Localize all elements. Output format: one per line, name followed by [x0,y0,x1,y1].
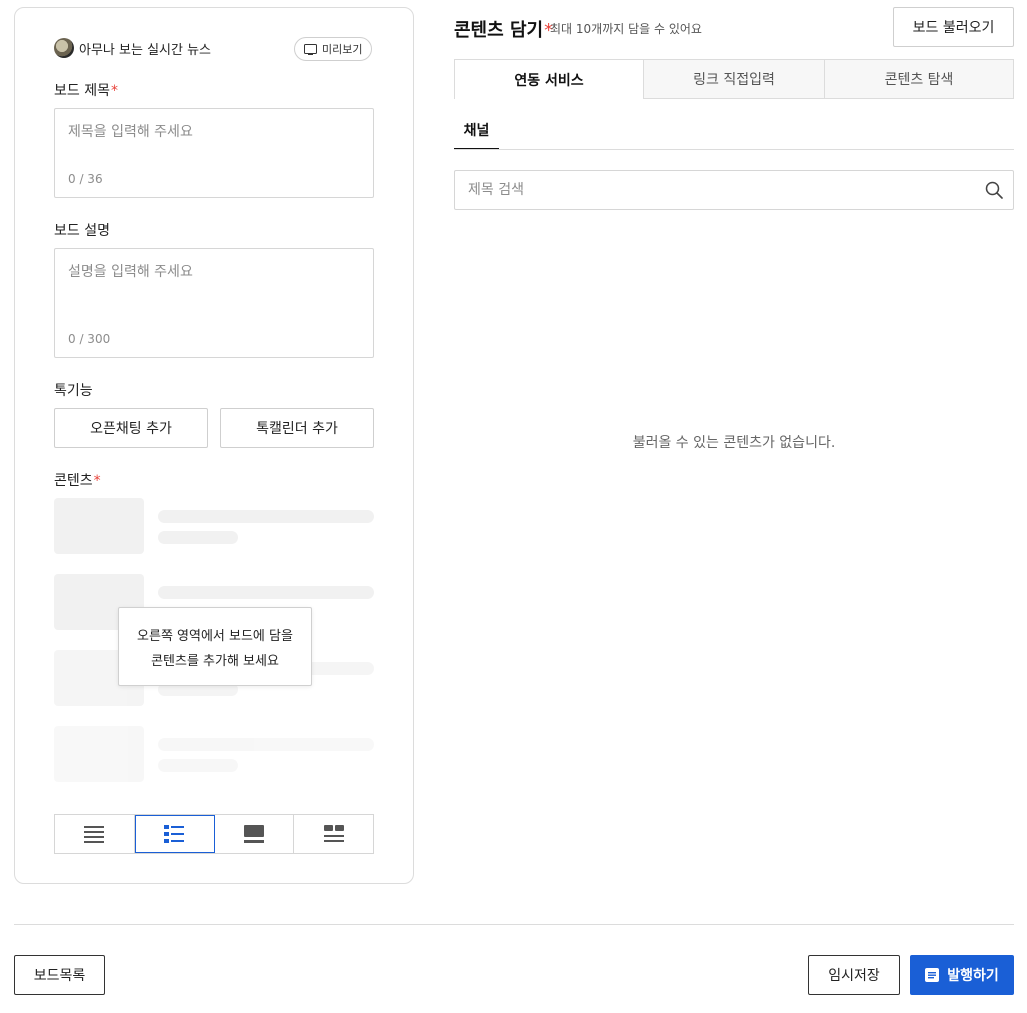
thumb-list-icon [164,825,185,843]
text-list-icon [84,826,105,843]
tooltip-line: 오른쪽 영역에서 보드에 담을 [137,628,293,644]
talk-feature-label: 톡기능 [54,383,93,399]
board-title-placeholder: 제목을 입력해 주세요 [68,124,193,140]
profile: 아무나 보는 실시간 뉴스 [54,38,211,58]
footer-divider [14,924,1014,925]
board-editor-panel: 아무나 보는 실시간 뉴스 미리보기 보드 제목* 제목을 입력해 주세요 0 … [14,7,414,884]
add-content-title: 콘텐츠 담기* [454,20,554,41]
content-placeholder-row [54,498,374,554]
subtab-channel[interactable]: 채널 [454,111,499,150]
profile-name: 아무나 보는 실시간 뉴스 [79,42,211,58]
search-box [454,170,1014,210]
tab-content-explore[interactable]: 콘텐츠 탐색 [825,59,1014,99]
content-source-tabs: 연동 서비스 링크 직접입력 콘텐츠 탐색 [454,59,1014,99]
board-list-button[interactable]: 보드목록 [14,955,105,995]
board-desc-label: 보드 설명 [54,223,110,239]
tab-linked-service[interactable]: 연동 서비스 [454,59,644,99]
publish-button[interactable]: 발행하기 [910,955,1014,995]
contents-label: 콘텐츠* [54,473,101,489]
preview-button[interactable]: 미리보기 [294,37,373,61]
add-content-tooltip: 오른쪽 영역에서 보드에 담을 콘텐츠를 추가해 보세요 [118,607,312,686]
publish-label: 발행하기 [947,968,999,984]
add-talk-calendar-button[interactable]: 톡캘린더 추가 [220,408,374,448]
tooltip-line: 콘텐츠를 추가해 보세요 [151,653,279,669]
layout-selector [54,814,374,854]
board-desc-input[interactable]: 설명을 입력해 주세요 0 / 300 [54,248,374,358]
empty-message: 불러올 수 있는 콘텐츠가 없습니다. [632,435,836,451]
load-board-button[interactable]: 보드 불러오기 [893,7,1014,47]
add-open-chat-button[interactable]: 오픈채팅 추가 [54,408,208,448]
board-title-input[interactable]: 제목을 입력해 주세요 0 / 36 [54,108,374,198]
tab-direct-link[interactable]: 링크 직접입력 [644,59,825,99]
board-desc-placeholder: 설명을 입력해 주세요 [68,264,193,280]
save-draft-button[interactable]: 임시저장 [808,955,900,995]
layout-grid-option[interactable] [294,815,373,853]
card-icon [243,825,264,843]
add-content-subtitle: 최대 10개까지 담을 수 있어요 [550,22,702,36]
avatar [54,38,74,58]
board-title-counter: 0 / 36 [68,172,103,186]
grid-icon [323,825,344,842]
monitor-icon [304,44,317,55]
preview-label: 미리보기 [322,43,363,56]
layout-text-list-option[interactable] [55,815,135,853]
search-input[interactable] [455,171,975,209]
search-icon[interactable] [985,181,1003,199]
content-placeholder-row [54,726,374,782]
document-icon [925,968,940,982]
layout-thumb-list-option[interactable] [134,815,215,853]
board-title-label: 보드 제목* [54,83,118,99]
subtab-divider [454,149,1014,150]
board-desc-counter: 0 / 300 [68,332,111,346]
layout-card-option[interactable] [214,815,295,853]
